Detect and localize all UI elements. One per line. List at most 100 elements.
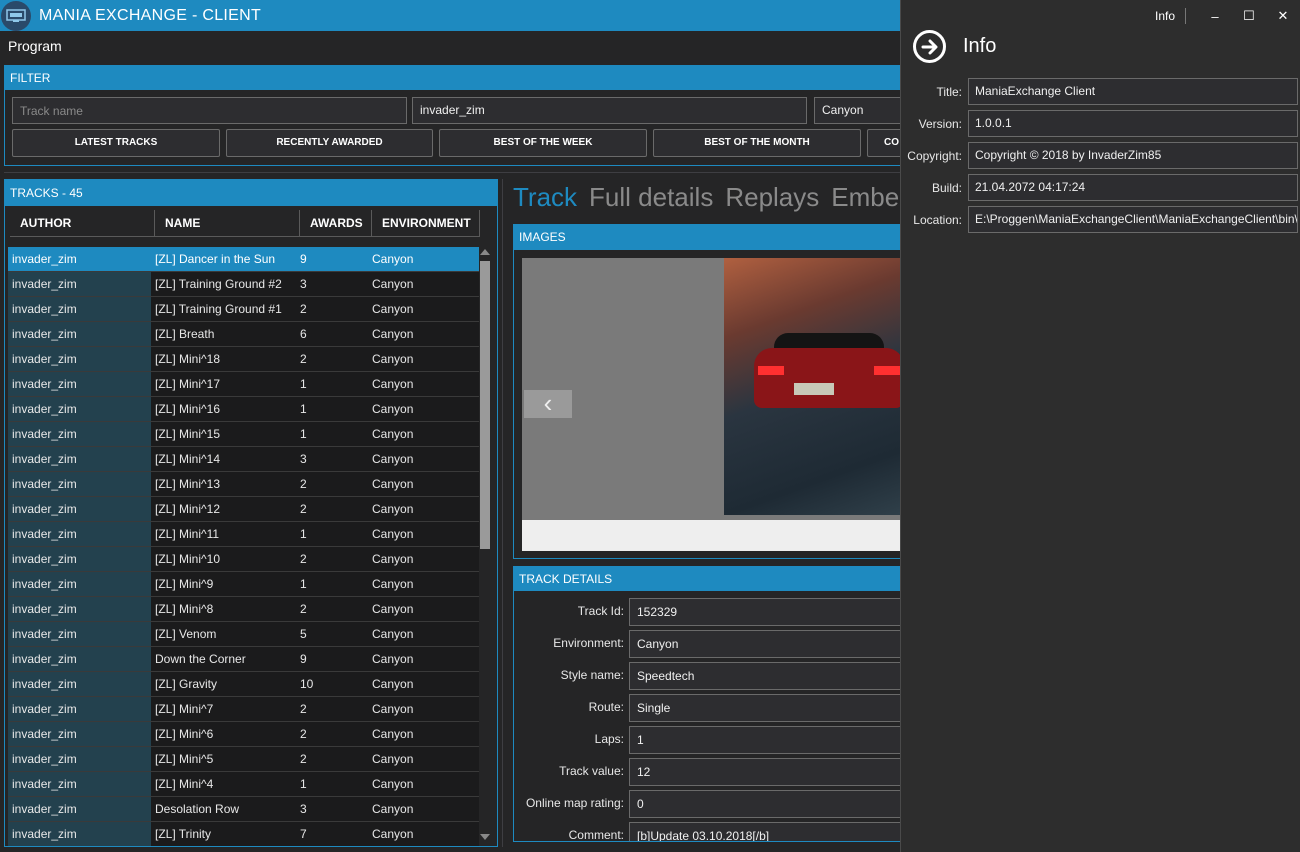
environment-select[interactable]: Canyon <box>814 97 903 124</box>
column-author[interactable]: AUTHOR <box>10 210 155 237</box>
field-label: Track value: <box>559 764 624 778</box>
laps-value[interactable]: 1 <box>629 726 903 754</box>
tracks-grid-header: AUTHOR NAME AWARDS ENVIRONMENT <box>10 210 480 237</box>
name-cell: [ZL] Mini^8 <box>151 597 296 621</box>
close-icon[interactable]: ✕ <box>1266 8 1300 24</box>
back-arrow-icon[interactable] <box>913 30 946 63</box>
author-input[interactable]: invader_zim <box>412 97 807 124</box>
table-row[interactable]: invader_zim [ZL] Mini^6 2 Canyon <box>8 722 479 747</box>
field-label: Comment: <box>568 828 624 842</box>
recently-awarded-button[interactable]: RECENTLY AWARDED <box>226 129 433 157</box>
table-row[interactable]: invader_zim [ZL] Mini^12 2 Canyon <box>8 497 479 522</box>
table-row[interactable]: invader_zim [ZL] Mini^15 1 Canyon <box>8 422 479 447</box>
environment-cell: Canyon <box>368 697 479 721</box>
filter-header: FILTER <box>5 66 902 90</box>
column-awards[interactable]: AWARDS <box>300 210 372 237</box>
environment-cell: Canyon <box>368 247 479 271</box>
best-of-week-button[interactable]: BEST OF THE WEEK <box>439 129 647 157</box>
info-window: Info – ☐ ✕ Info Title: ManiaExchange Cli… <box>900 0 1300 852</box>
online-map-rating-value[interactable]: 0 <box>629 790 903 818</box>
author-cell: invader_zim <box>8 247 151 271</box>
awards-cell: 1 <box>296 372 368 396</box>
table-row[interactable]: invader_zim [ZL] Breath 6 Canyon <box>8 322 479 347</box>
field-label: Online map rating: <box>525 796 624 810</box>
table-row[interactable]: invader_zim [ZL] Mini^17 1 Canyon <box>8 372 479 397</box>
table-row[interactable]: invader_zim [ZL] Mini^14 3 Canyon <box>8 447 479 472</box>
tab-replays[interactable]: Replays <box>725 182 819 218</box>
tab-embed[interactable]: Embed <box>831 182 903 218</box>
best-of-month-button[interactable]: BEST OF THE MONTH <box>653 129 861 157</box>
environment-cell: Canyon <box>368 622 479 646</box>
tab-full-details[interactable]: Full details <box>589 182 713 218</box>
environment-cell: Canyon <box>368 322 479 346</box>
latest-tracks-button[interactable]: LATEST TRACKS <box>12 129 220 157</box>
author-cell: invader_zim <box>8 747 151 771</box>
menu-bar: Program <box>0 31 900 62</box>
comment-value[interactable]: [b]Update 03.10.2018[/b] <box>629 822 903 841</box>
info-title-value[interactable]: ManiaExchange Client <box>968 78 1298 105</box>
table-row[interactable]: invader_zim [ZL] Mini^11 1 Canyon <box>8 522 479 547</box>
maximize-icon[interactable]: ☐ <box>1232 8 1266 24</box>
table-row[interactable]: invader_zim [ZL] Mini^7 2 Canyon <box>8 697 479 722</box>
awards-cell: 1 <box>296 522 368 546</box>
table-row[interactable]: invader_zim [ZL] Gravity 10 Canyon <box>8 672 479 697</box>
name-cell: Desolation Row <box>151 797 296 821</box>
author-cell: invader_zim <box>8 822 151 846</box>
column-environment[interactable]: ENVIRONMENT <box>372 210 480 237</box>
tracks-scrollbar[interactable] <box>479 247 491 840</box>
column-name[interactable]: NAME <box>155 210 300 237</box>
table-row[interactable]: invader_zim [ZL] Venom 5 Canyon <box>8 622 479 647</box>
environment-cell: Canyon <box>368 797 479 821</box>
table-row[interactable]: invader_zim [ZL] Mini^10 2 Canyon <box>8 547 479 572</box>
info-header: Info <box>913 30 996 63</box>
info-window-controls: Info – ☐ ✕ <box>1155 0 1300 32</box>
table-row[interactable]: invader_zim [ZL] Dancer in the Sun 9 Canyon <box>8 247 479 272</box>
table-row[interactable]: invader_zim [ZL] Mini^16 1 Canyon <box>8 397 479 422</box>
table-row[interactable]: invader_zim [ZL] Mini^4 1 Canyon <box>8 772 479 797</box>
table-row[interactable]: invader_zim [ZL] Mini^9 1 Canyon <box>8 572 479 597</box>
tab-track[interactable]: Track <box>513 182 577 218</box>
scroll-thumb[interactable] <box>480 261 490 549</box>
name-cell: [ZL] Mini^13 <box>151 472 296 496</box>
info-label: Title: <box>936 85 962 99</box>
table-row[interactable]: invader_zim [ZL] Mini^5 2 Canyon <box>8 747 479 772</box>
name-cell: [ZL] Dancer in the Sun <box>151 247 296 271</box>
track-value-value[interactable]: 12 <box>629 758 903 786</box>
track-id-value[interactable]: 152329 <box>629 598 903 626</box>
scroll-down-icon[interactable] <box>480 834 490 840</box>
car-taillight-left <box>758 366 784 375</box>
info-copyright-value[interactable]: Copyright © 2018 by InvaderZim85 <box>968 142 1298 169</box>
awards-cell: 1 <box>296 397 368 421</box>
style-name-value[interactable]: Speedtech <box>629 662 903 690</box>
table-row[interactable]: invader_zim [ZL] Training Ground #2 3 Canyo… <box>8 272 479 297</box>
table-row[interactable]: invader_zim [ZL] Mini^8 2 Canyon <box>8 597 479 622</box>
awards-cell: 2 <box>296 297 368 321</box>
minimize-icon[interactable]: – <box>1198 9 1232 24</box>
name-cell: [ZL] Mini^14 <box>151 447 296 471</box>
name-cell: [ZL] Training Ground #1 <box>151 297 296 321</box>
app-window: MANIA EXCHANGE - CLIENT Program FILTER i… <box>0 0 1300 852</box>
author-cell: invader_zim <box>8 622 151 646</box>
table-row[interactable]: invader_zim [ZL] Mini^13 2 Canyon <box>8 472 479 497</box>
info-location-value[interactable]: E:\Proggen\ManiaExchangeClient\ManiaExch… <box>968 206 1298 233</box>
environment-value[interactable]: Canyon <box>629 630 903 658</box>
track-name-input[interactable] <box>12 97 407 124</box>
info-build-value[interactable]: 21.04.2072 04:17:24 <box>968 174 1298 201</box>
table-row[interactable]: invader_zim [ZL] Trinity 7 Canyon <box>8 822 479 846</box>
table-row[interactable]: invader_zim [ZL] Training Ground #1 2 Canyo… <box>8 297 479 322</box>
author-cell: invader_zim <box>8 647 151 671</box>
table-row[interactable]: invader_zim [ZL] Mini^18 2 Canyon <box>8 347 479 372</box>
menu-program[interactable]: Program <box>8 38 62 54</box>
field-style-name: Style name: Speedtech <box>514 662 903 690</box>
info-version-value[interactable]: 1.0.0.1 <box>968 110 1298 137</box>
table-row[interactable]: invader_zim Down the Corner 9 Canyon <box>8 647 479 672</box>
author-cell: invader_zim <box>8 372 151 396</box>
more-filter-button[interactable]: CO <box>867 129 903 157</box>
info-row-location: Location: E:\Proggen\ManiaExchangeClient… <box>901 206 1300 234</box>
name-cell: [ZL] Mini^10 <box>151 547 296 571</box>
previous-image-button[interactable]: ‹ <box>524 390 572 418</box>
table-row[interactable]: invader_zim Desolation Row 3 Canyon <box>8 797 479 822</box>
route-value[interactable]: Single <box>629 694 903 722</box>
name-cell: [ZL] Mini^17 <box>151 372 296 396</box>
scroll-up-icon[interactable] <box>480 249 490 255</box>
